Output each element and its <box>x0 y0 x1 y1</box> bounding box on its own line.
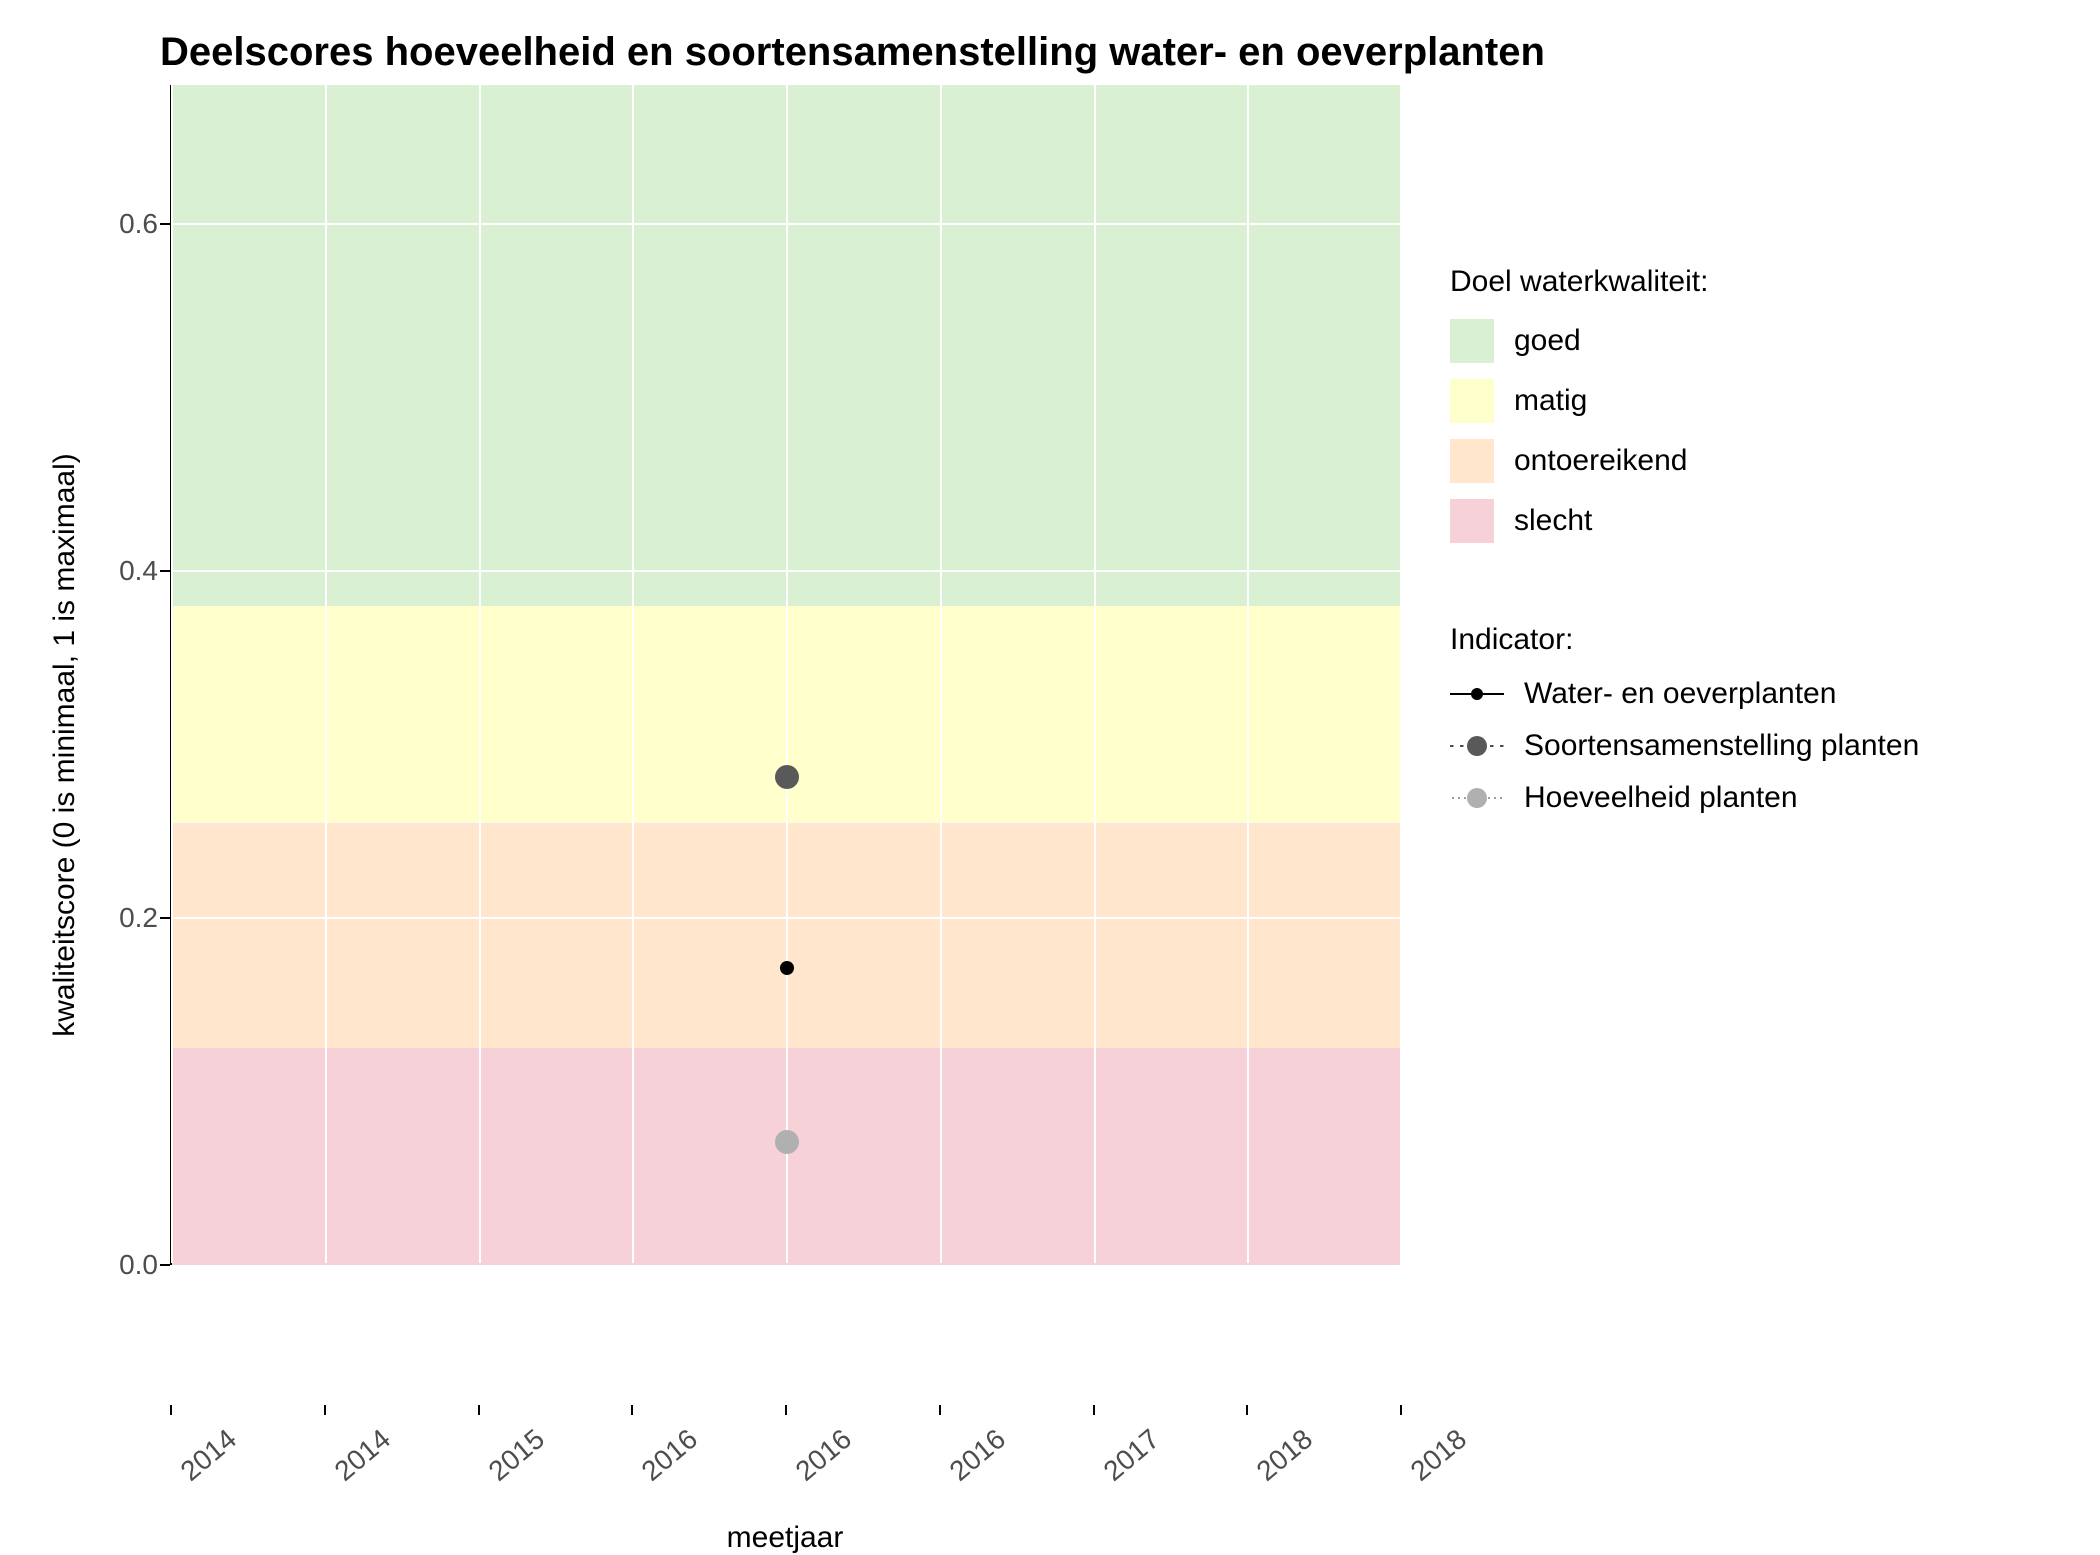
legend-swatch-goed <box>1450 319 1494 363</box>
x-tick-label: 2018 <box>1405 1423 1473 1488</box>
x-tick-mark <box>1093 1405 1095 1415</box>
legend-quality-title: Doel waterkwaliteit: <box>1450 265 2040 299</box>
x-tick-label: 2016 <box>790 1423 858 1488</box>
legend-series-label: Hoeveelheid planten <box>1524 781 1798 815</box>
x-axis-title: meetjaar <box>170 1521 1400 1555</box>
chart-container: Deelscores hoeveelheid en soortensamenst… <box>0 0 2100 1500</box>
legend-label: slecht <box>1514 504 1592 538</box>
x-tick-label: 2018 <box>1251 1423 1319 1488</box>
y-tick-mark <box>160 1264 170 1266</box>
gridline-v <box>940 85 942 1263</box>
chart-title: Deelscores hoeveelheid en soortensamenst… <box>160 30 2060 75</box>
y-tick-label: 0.2 <box>119 902 158 934</box>
gridline-v <box>632 85 634 1263</box>
x-tick-label: 2016 <box>943 1423 1011 1488</box>
legend-item-matig: matig <box>1450 379 2040 423</box>
x-tick-mark <box>170 1405 172 1415</box>
gridline-v <box>1247 85 1249 1263</box>
legend-quality-items: goed matig ontoereikend slecht <box>1450 319 2040 543</box>
plot-area <box>170 85 1400 1265</box>
legend-label: ontoereikend <box>1514 444 1687 478</box>
legend-swatch-slecht <box>1450 499 1494 543</box>
data-point <box>775 1130 799 1154</box>
x-tick-mark <box>1246 1405 1248 1415</box>
x-tick-mark <box>939 1405 941 1415</box>
y-tick-mark <box>160 223 170 225</box>
x-tick-label: 2014 <box>328 1423 396 1488</box>
legend-indicator-items: Water- en oeverplanten Soortensamenstell… <box>1450 677 2040 815</box>
legend-swatch-matig <box>1450 379 1494 423</box>
legend-series-hoeveelheid: Hoeveelheid planten <box>1450 781 2040 815</box>
legend-label: matig <box>1514 384 1587 418</box>
y-tick-mark <box>160 917 170 919</box>
legend-swatch-ontoereikend <box>1450 439 1494 483</box>
data-point <box>780 961 794 975</box>
y-axis-ticks: 0.00.20.40.6 <box>90 85 170 1265</box>
series-key-icon <box>1450 679 1504 709</box>
legend-item-ontoereikend: ontoereikend <box>1450 439 2040 483</box>
x-tick-mark <box>478 1405 480 1415</box>
plot-row: kwaliteitscore (0 is minimaal, 1 is maxi… <box>40 85 2060 1405</box>
x-tick-mark <box>785 1405 787 1415</box>
legend-item-slecht: slecht <box>1450 499 2040 543</box>
gridline-v <box>325 85 327 1263</box>
legend-item-goed: goed <box>1450 319 2040 363</box>
legend: Doel waterkwaliteit: goed matig ontoerei… <box>1400 85 2040 1405</box>
legend-label: goed <box>1514 324 1581 358</box>
y-axis-title-wrap: kwaliteitscore (0 is minimaal, 1 is maxi… <box>40 85 90 1405</box>
series-key-icon <box>1450 731 1504 761</box>
y-tick-label: 0.6 <box>119 208 158 240</box>
legend-indicator-title: Indicator: <box>1450 623 2040 657</box>
gridline-v <box>1401 85 1403 1263</box>
x-tick-mark <box>324 1405 326 1415</box>
y-axis-title: kwaliteitscore (0 is minimaal, 1 is maxi… <box>48 453 82 1036</box>
y-tick-label: 0.0 <box>119 1249 158 1281</box>
x-tick-label: 2015 <box>482 1423 550 1488</box>
x-tick-label: 2016 <box>636 1423 704 1488</box>
data-point <box>775 765 799 789</box>
x-tick-mark <box>631 1405 633 1415</box>
legend-series-label: Water- en oeverplanten <box>1524 677 1836 711</box>
x-tick-label: 2014 <box>175 1423 243 1488</box>
legend-series-soorten: Soortensamenstelling planten <box>1450 729 2040 763</box>
x-tick-label: 2017 <box>1097 1423 1165 1488</box>
gridline-v <box>786 85 788 1263</box>
x-axis-ticks: 201420142015201620162016201720182018 <box>170 1405 1400 1525</box>
y-tick-mark <box>160 570 170 572</box>
x-tick-mark <box>1400 1405 1402 1415</box>
y-tick-label: 0.4 <box>119 555 158 587</box>
legend-series-water-oever: Water- en oeverplanten <box>1450 677 2040 711</box>
gridline-v <box>1094 85 1096 1263</box>
gridline-v <box>479 85 481 1263</box>
series-key-icon <box>1450 783 1504 813</box>
gridline-v <box>171 85 173 1263</box>
legend-series-label: Soortensamenstelling planten <box>1524 729 1919 763</box>
